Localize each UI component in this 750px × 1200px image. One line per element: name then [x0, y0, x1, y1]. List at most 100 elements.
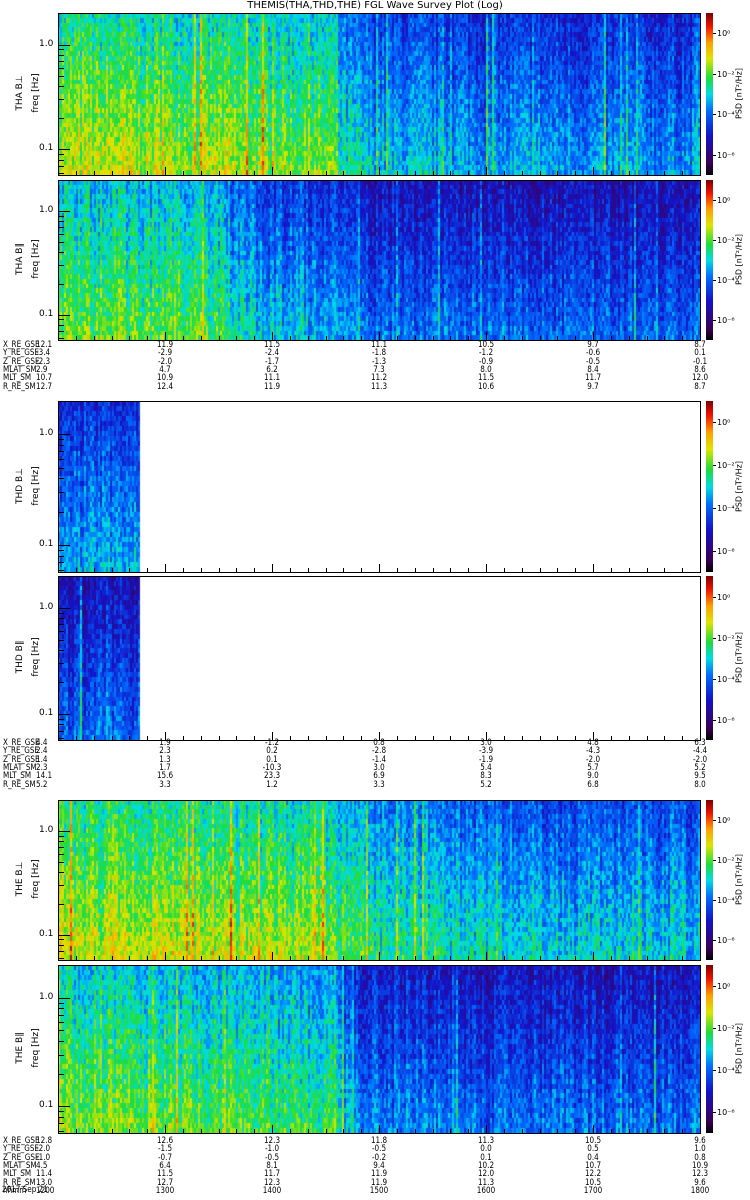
- y-tick: [58, 459, 64, 460]
- x-tick: [397, 956, 398, 960]
- x-tick: [254, 736, 255, 740]
- x-tick: [272, 1125, 273, 1133]
- colorbar-tick: [713, 551, 716, 552]
- colorbar-tick: [713, 986, 716, 987]
- x-tick: [219, 956, 220, 960]
- x-tick: [611, 336, 612, 340]
- colorbar-tick-label: 10⁻²: [717, 236, 735, 245]
- x-tick: [557, 568, 558, 572]
- x-tick: [557, 336, 558, 340]
- x-tick: [165, 952, 166, 960]
- x-tick: [183, 736, 184, 740]
- y-tick: [58, 945, 64, 946]
- x-tick: [415, 336, 416, 340]
- x-tick: [147, 956, 148, 960]
- x-tick: [94, 171, 95, 175]
- y-tick: [58, 478, 64, 479]
- colorbar-tick-label: 10⁻⁶: [717, 316, 735, 325]
- colorbar-tick-label: 10⁰: [717, 29, 731, 38]
- colorbar-tick-label: 10⁻²: [717, 634, 735, 643]
- x-tick: [664, 171, 665, 175]
- colorbar-tick: [713, 940, 716, 941]
- x-tick: [540, 171, 541, 175]
- x-tick: [540, 736, 541, 740]
- y-tick: [58, 640, 64, 641]
- y-tick: [58, 854, 64, 855]
- colorbar-tick: [713, 320, 716, 321]
- y-tick: [58, 1055, 64, 1056]
- y-tick: [58, 227, 64, 228]
- x-tick: [540, 568, 541, 572]
- x-tick: [147, 736, 148, 740]
- y-tick: [58, 904, 64, 905]
- freq-axis-label: freq [Hz]: [31, 859, 41, 899]
- colorbar-tick: [713, 200, 716, 201]
- x-tick: [112, 336, 113, 340]
- y-tick: [58, 714, 70, 715]
- x-tick: [326, 568, 327, 572]
- colorbar-tick-label: 10⁻²: [717, 461, 735, 470]
- colorbar-tick: [713, 280, 716, 281]
- y-tick: [58, 86, 64, 87]
- y-tick: [58, 1074, 64, 1075]
- x-tick: [236, 171, 237, 175]
- ephemeris-value: 1600: [476, 1185, 496, 1196]
- colorbar-tick: [713, 465, 716, 466]
- ephemeris-value: 11.9: [263, 381, 281, 392]
- x-tick: [647, 956, 648, 960]
- x-tick: [522, 1129, 523, 1133]
- x-tick: [504, 736, 505, 740]
- freq-axis-label: freq [Hz]: [31, 465, 41, 506]
- y-tick: [58, 216, 64, 217]
- colorbar-tick-label: 10⁻²: [717, 856, 735, 865]
- x-tick: [236, 336, 237, 340]
- x-tick: [236, 736, 237, 740]
- x-tick: [165, 332, 166, 340]
- x-tick: [254, 171, 255, 175]
- plot-frame-the_bperp: [58, 800, 701, 961]
- y-tick: [58, 1030, 64, 1031]
- x-tick: [522, 171, 523, 175]
- x-tick: [682, 736, 683, 740]
- x-tick: [290, 568, 291, 572]
- ephemeris-value: 3.3: [373, 779, 385, 790]
- x-tick: [629, 568, 630, 572]
- x-tick: [540, 336, 541, 340]
- plot-frame-tha_bpar: [58, 180, 701, 341]
- x-tick: [629, 336, 630, 340]
- x-tick: [290, 1129, 291, 1133]
- y-tick: [58, 160, 64, 161]
- y-tick-label: 1.0: [39, 205, 54, 215]
- x-tick: [76, 171, 77, 175]
- x-tick: [165, 564, 166, 572]
- y-tick: [58, 439, 64, 440]
- panel-ylabel: THA B∥: [15, 243, 25, 275]
- x-tick: [201, 1129, 202, 1133]
- y-tick-label: 0.1: [39, 143, 54, 153]
- ephemeris-value: 1200: [36, 1185, 55, 1196]
- y-tick-label: 0.1: [39, 929, 54, 939]
- x-tick: [147, 336, 148, 340]
- colorbar-tick: [713, 638, 716, 639]
- y-tick: [58, 1111, 64, 1112]
- x-tick: [76, 736, 77, 740]
- colorbar-label: PSD [nT²/Hz]: [734, 68, 744, 119]
- x-tick: [272, 167, 273, 175]
- x-tick: [254, 956, 255, 960]
- colorbar-tick-label: 10⁻⁴: [717, 276, 735, 285]
- x-tick: [415, 568, 416, 572]
- ephemeris-value: 1500: [369, 1185, 389, 1196]
- x-tick: [379, 167, 380, 175]
- y-tick: [58, 862, 64, 863]
- y-tick: [58, 265, 64, 266]
- colorbar-tick-label: 10⁻⁶: [717, 547, 735, 556]
- ephemeris-value: 1.2: [266, 779, 278, 790]
- x-tick: [308, 171, 309, 175]
- x-tick: [272, 952, 273, 960]
- x-tick: [201, 171, 202, 175]
- x-tick: [308, 1129, 309, 1133]
- x-tick: [486, 952, 487, 960]
- y-tick: [58, 512, 64, 513]
- x-tick: [112, 171, 113, 175]
- y-tick: [58, 13, 64, 14]
